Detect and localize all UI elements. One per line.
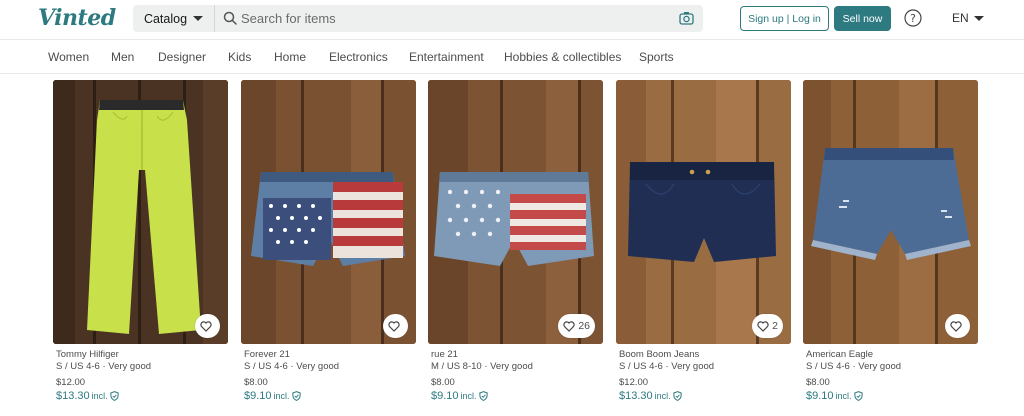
chevron-down-icon [973,15,984,21]
language-selector[interactable]: EN [952,11,984,25]
shield-icon [853,391,863,401]
nav-item-electronics[interactable]: Electronics [329,50,388,64]
sell-now-button[interactable]: Sell now [834,6,891,31]
item-brand: Boom Boom Jeans [619,349,700,360]
item-brand: Tommy Hilfiger [56,349,119,360]
item-image [428,80,603,344]
top-header: Vinted Catalog Sign up | Log in Sell now… [0,0,1024,38]
catalog-dropdown[interactable]: Catalog [133,5,215,32]
item-price-incl: $9.10 [431,390,459,402]
shield-icon [672,391,682,401]
help-icon[interactable]: ? [904,9,922,27]
item-price-incl: $9.10 [806,390,834,402]
favorite-button[interactable]: 2 [752,314,783,338]
heart-icon [950,320,962,332]
listing-card[interactable]: 26 rue 21 M / US 8-10 · Very good $8.00 … [428,80,603,402]
item-price: $8.00 [431,377,455,388]
incl-label: incl. [654,391,671,401]
favorite-button[interactable] [195,314,220,338]
nav-item-women[interactable]: Women [48,50,89,64]
item-price-incl: $9.10 [244,390,272,402]
nav-item-designer[interactable]: Designer [158,50,206,64]
shield-icon [291,391,301,401]
item-brand: rue 21 [431,349,458,360]
nav-item-kids[interactable]: Kids [228,50,251,64]
item-image [241,80,416,344]
like-count: 2 [772,320,778,332]
item-price-incl: $13.30 [619,390,653,402]
price-incl-protection[interactable]: $13.30 incl. [53,390,228,402]
item-price: $8.00 [806,377,830,388]
item-brand: American Eagle [806,349,874,360]
favorite-button[interactable]: 26 [558,314,595,338]
nav-item-home[interactable]: Home [274,50,306,64]
svg-text:?: ? [910,12,916,25]
like-count: 26 [578,320,590,332]
heart-icon [563,320,575,332]
incl-label: incl. [460,391,477,401]
item-size-condition: S / US 4-6 · Very good [806,361,902,372]
incl-label: incl. [91,391,108,401]
item-image [616,80,791,344]
listing-card[interactable]: 2 Boom Boom Jeans S / US 4-6 · Very good… [616,80,791,402]
item-price: $12.00 [56,377,86,388]
nav-item-entertainment[interactable]: Entertainment [409,50,484,64]
nav-item-sports[interactable]: Sports [639,50,674,64]
item-price-incl: $13.30 [56,390,90,402]
listing-card[interactable]: Forever 21 S / US 4-6 · Very good $8.00 … [241,80,416,402]
nav-item-hobbies-collectibles[interactable]: Hobbies & collectibles [504,50,621,64]
listing-card[interactable]: American Eagle S / US 4-6 · Very good $8… [803,80,978,402]
search-bar: Catalog [133,5,703,32]
catalog-label: Catalog [143,11,188,26]
item-photo[interactable]: 2 [616,80,791,344]
item-brand: Forever 21 [244,349,290,360]
shield-icon [478,391,488,401]
shield-icon [109,391,119,401]
heart-icon [757,320,769,332]
item-photo[interactable] [241,80,416,344]
item-image [803,80,978,344]
item-size-condition: M / US 8-10 · Very good [431,361,533,372]
price-incl-protection[interactable]: $9.10 incl. [428,390,603,402]
favorite-button[interactable] [945,314,970,338]
item-image [53,80,228,344]
favorite-button[interactable] [383,314,408,338]
nav-item-men[interactable]: Men [111,50,134,64]
item-size-condition: S / US 4-6 · Very good [244,361,340,372]
item-photo[interactable] [803,80,978,344]
incl-label: incl. [273,391,290,401]
heart-icon [388,320,400,332]
language-label: EN [952,11,969,25]
signup-login-button[interactable]: Sign up | Log in [740,6,829,31]
incl-label: incl. [835,391,852,401]
price-incl-protection[interactable]: $13.30 incl. [616,390,791,402]
vinted-logo[interactable]: Vinted [38,5,116,31]
item-size-condition: S / US 4-6 · Very good [56,361,152,372]
search-icon [223,11,237,25]
item-size-condition: S / US 4-6 · Very good [619,361,715,372]
price-incl-protection[interactable]: $9.10 incl. [803,390,978,402]
item-price: $12.00 [619,377,649,388]
listing-card[interactable]: Tommy Hilfiger S / US 4-6 · Very good $1… [53,80,228,402]
item-photo[interactable] [53,80,228,344]
item-photo[interactable]: 26 [428,80,603,344]
camera-icon[interactable] [679,11,694,25]
category-nav: Women Men Designer Kids Home Electronics… [0,39,1024,74]
search-input[interactable] [241,8,661,29]
chevron-down-icon [193,16,204,21]
item-price: $8.00 [244,377,268,388]
price-incl-protection[interactable]: $9.10 incl. [241,390,416,402]
heart-icon [200,320,212,332]
